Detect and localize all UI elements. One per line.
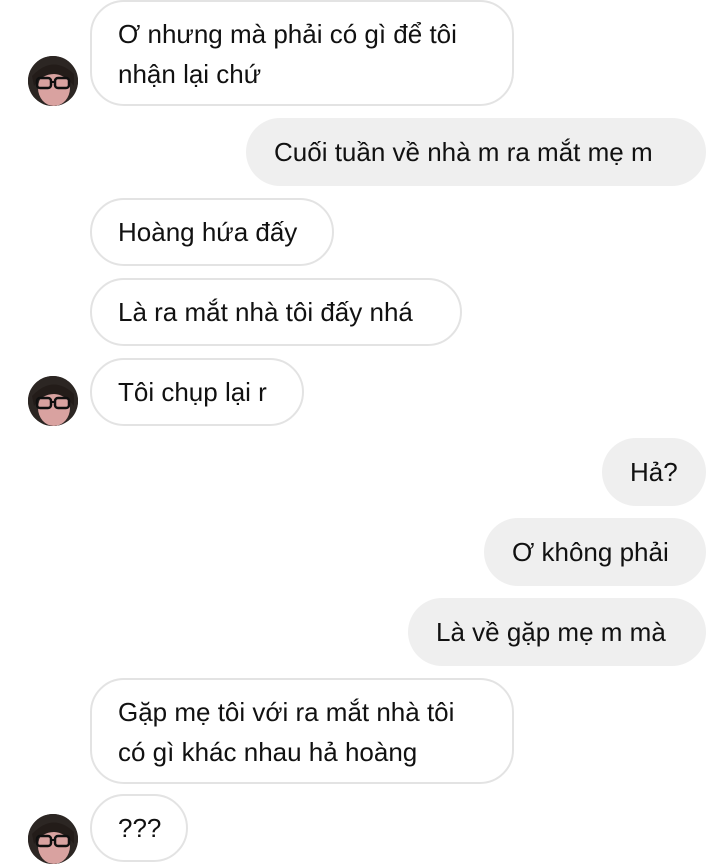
message-text: Ơ nhưng mà phải có gì để tôi nhận lại ch… (118, 19, 457, 89)
message-text: Cuối tuần về nhà m ra mắt mẹ m (274, 137, 653, 167)
message-incoming[interactable]: Là ra mắt nhà tôi đấy nhá (90, 278, 462, 346)
message-text: Tôi chụp lại r (118, 377, 267, 407)
chat-screen: { "messages": [ {"sender": "other", "tex… (0, 0, 720, 868)
message-incoming[interactable]: Gặp mẹ tôi với ra mắt nhà tôi có gì khác… (90, 678, 514, 784)
message-text: Hoàng hứa đấy (118, 217, 298, 247)
message-outgoing[interactable]: Cuối tuần về nhà m ra mắt mẹ m (246, 118, 706, 186)
message-incoming[interactable]: ??? (90, 794, 188, 862)
message-text: Là ra mắt nhà tôi đấy nhá (118, 297, 413, 327)
message-outgoing[interactable]: Ơ không phải (484, 518, 706, 586)
message-outgoing[interactable]: Là về gặp mẹ m mà (408, 598, 706, 666)
message-incoming[interactable]: Tôi chụp lại r (90, 358, 304, 426)
message-outgoing[interactable]: Hả? (602, 438, 706, 506)
message-incoming[interactable]: Hoàng hứa đấy (90, 198, 334, 266)
sender-avatar-icon[interactable] (28, 814, 78, 864)
message-text: Ơ không phải (512, 537, 669, 567)
message-text: Gặp mẹ tôi với ra mắt nhà tôi có gì khác… (118, 697, 455, 767)
sender-avatar-icon[interactable] (28, 56, 78, 106)
message-text: Là về gặp mẹ m mà (436, 617, 666, 647)
message-text: ??? (118, 813, 162, 843)
message-incoming[interactable]: Ơ nhưng mà phải có gì để tôi nhận lại ch… (90, 0, 514, 106)
sender-avatar-icon[interactable] (28, 376, 78, 426)
message-text: Hả? (630, 457, 678, 487)
